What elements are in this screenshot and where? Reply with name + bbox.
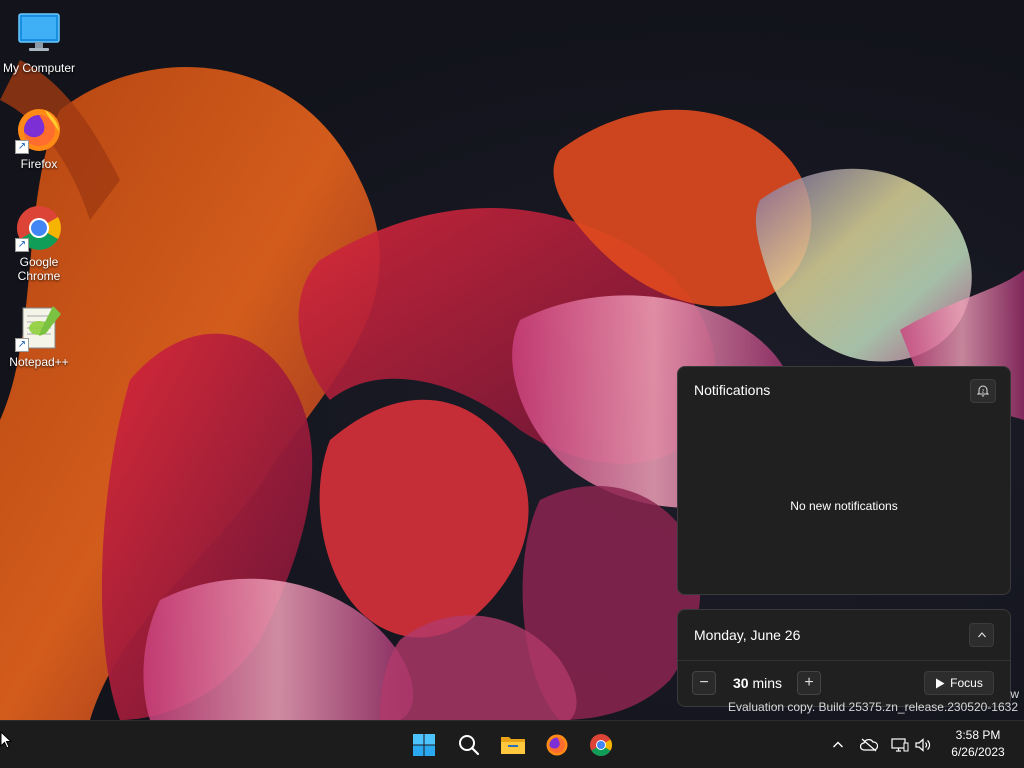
focus-increase-button[interactable]: + xyxy=(797,671,821,695)
monitor-icon xyxy=(15,10,63,58)
firefox-icon: ↗ xyxy=(15,106,63,154)
desktop-icon-label: My Computer xyxy=(2,61,76,75)
focus-minutes-unit: mins xyxy=(752,675,783,691)
chrome-icon: ↗ xyxy=(15,204,63,252)
taskbar-clock[interactable]: 3:58 PM 6/26/2023 xyxy=(942,727,1014,763)
notifications-panel: Notifications z No new notifications xyxy=(677,366,1011,595)
evaluation-watermark: Evaluation copy. Build 25375.zn_release.… xyxy=(728,700,1018,714)
taskbar: 3:58 PM 6/26/2023 xyxy=(0,720,1024,768)
volume-icon xyxy=(915,738,931,752)
no-notifications-text: No new notifications xyxy=(790,499,898,513)
calendar-date: Monday, June 26 xyxy=(694,627,801,643)
shortcut-arrow-icon: ↗ xyxy=(15,338,29,352)
desktop-icon-notepad-plus-plus[interactable]: ↗ Notepad++ xyxy=(0,304,78,369)
desktop-icon-label: Google Chrome xyxy=(17,255,61,283)
shortcut-arrow-icon: ↗ xyxy=(15,140,29,154)
chrome-taskbar-button[interactable] xyxy=(587,731,615,759)
focus-minutes-value: 30 xyxy=(733,675,749,691)
shortcut-arrow-icon: ↗ xyxy=(15,238,29,252)
clock-time: 3:58 PM xyxy=(955,728,1001,742)
network-icon xyxy=(891,738,909,752)
watermark-partial-text: w xyxy=(1010,687,1019,701)
firefox-taskbar-button[interactable] xyxy=(543,731,571,759)
focus-row: − 30 mins + Focus xyxy=(692,671,996,695)
calendar-collapse-button[interactable] xyxy=(969,623,994,647)
cloud-offline-icon xyxy=(860,738,878,752)
network-button[interactable] xyxy=(890,735,910,755)
search-icon xyxy=(459,735,480,756)
notification-settings-button[interactable]: z xyxy=(970,379,996,403)
desktop-icon-label: Firefox xyxy=(20,157,58,171)
play-icon xyxy=(936,678,945,688)
chrome-icon xyxy=(590,734,612,756)
onedrive-button[interactable] xyxy=(859,735,879,755)
file-explorer-button[interactable] xyxy=(499,731,527,759)
focus-duration: 30 mins xyxy=(733,675,782,691)
svg-text:z: z xyxy=(982,389,985,395)
start-button[interactable] xyxy=(410,731,438,759)
notifications-title: Notifications xyxy=(694,382,771,398)
firefox-icon xyxy=(546,734,568,756)
chevron-up-icon xyxy=(833,741,843,748)
show-hidden-icons-button[interactable] xyxy=(828,735,848,755)
chevron-up-icon xyxy=(977,632,986,638)
desktop-icon-google-chrome[interactable]: ↗ Google Chrome xyxy=(0,204,78,283)
mouse-cursor-icon xyxy=(0,730,13,754)
clock-date: 6/26/2023 xyxy=(951,745,1005,759)
calendar-panel: Monday, June 26 − 30 mins + Focus xyxy=(677,609,1011,707)
notepad-plus-plus-icon: ↗ xyxy=(15,304,63,352)
desktop-icon-my-computer[interactable]: My Computer xyxy=(0,10,78,75)
focus-button-label: Focus xyxy=(950,676,983,690)
search-button[interactable] xyxy=(455,731,483,759)
calendar-divider xyxy=(678,660,1010,661)
focus-decrease-button[interactable]: − xyxy=(692,671,716,695)
notification-settings-icon: z xyxy=(976,385,990,397)
start-icon xyxy=(413,734,435,756)
desktop-icon-label: Notepad++ xyxy=(9,355,69,369)
file-explorer-icon xyxy=(501,737,525,754)
desktop-icon-firefox[interactable]: ↗ Firefox xyxy=(0,106,78,171)
volume-button[interactable] xyxy=(913,735,933,755)
focus-button[interactable]: Focus xyxy=(924,671,994,695)
